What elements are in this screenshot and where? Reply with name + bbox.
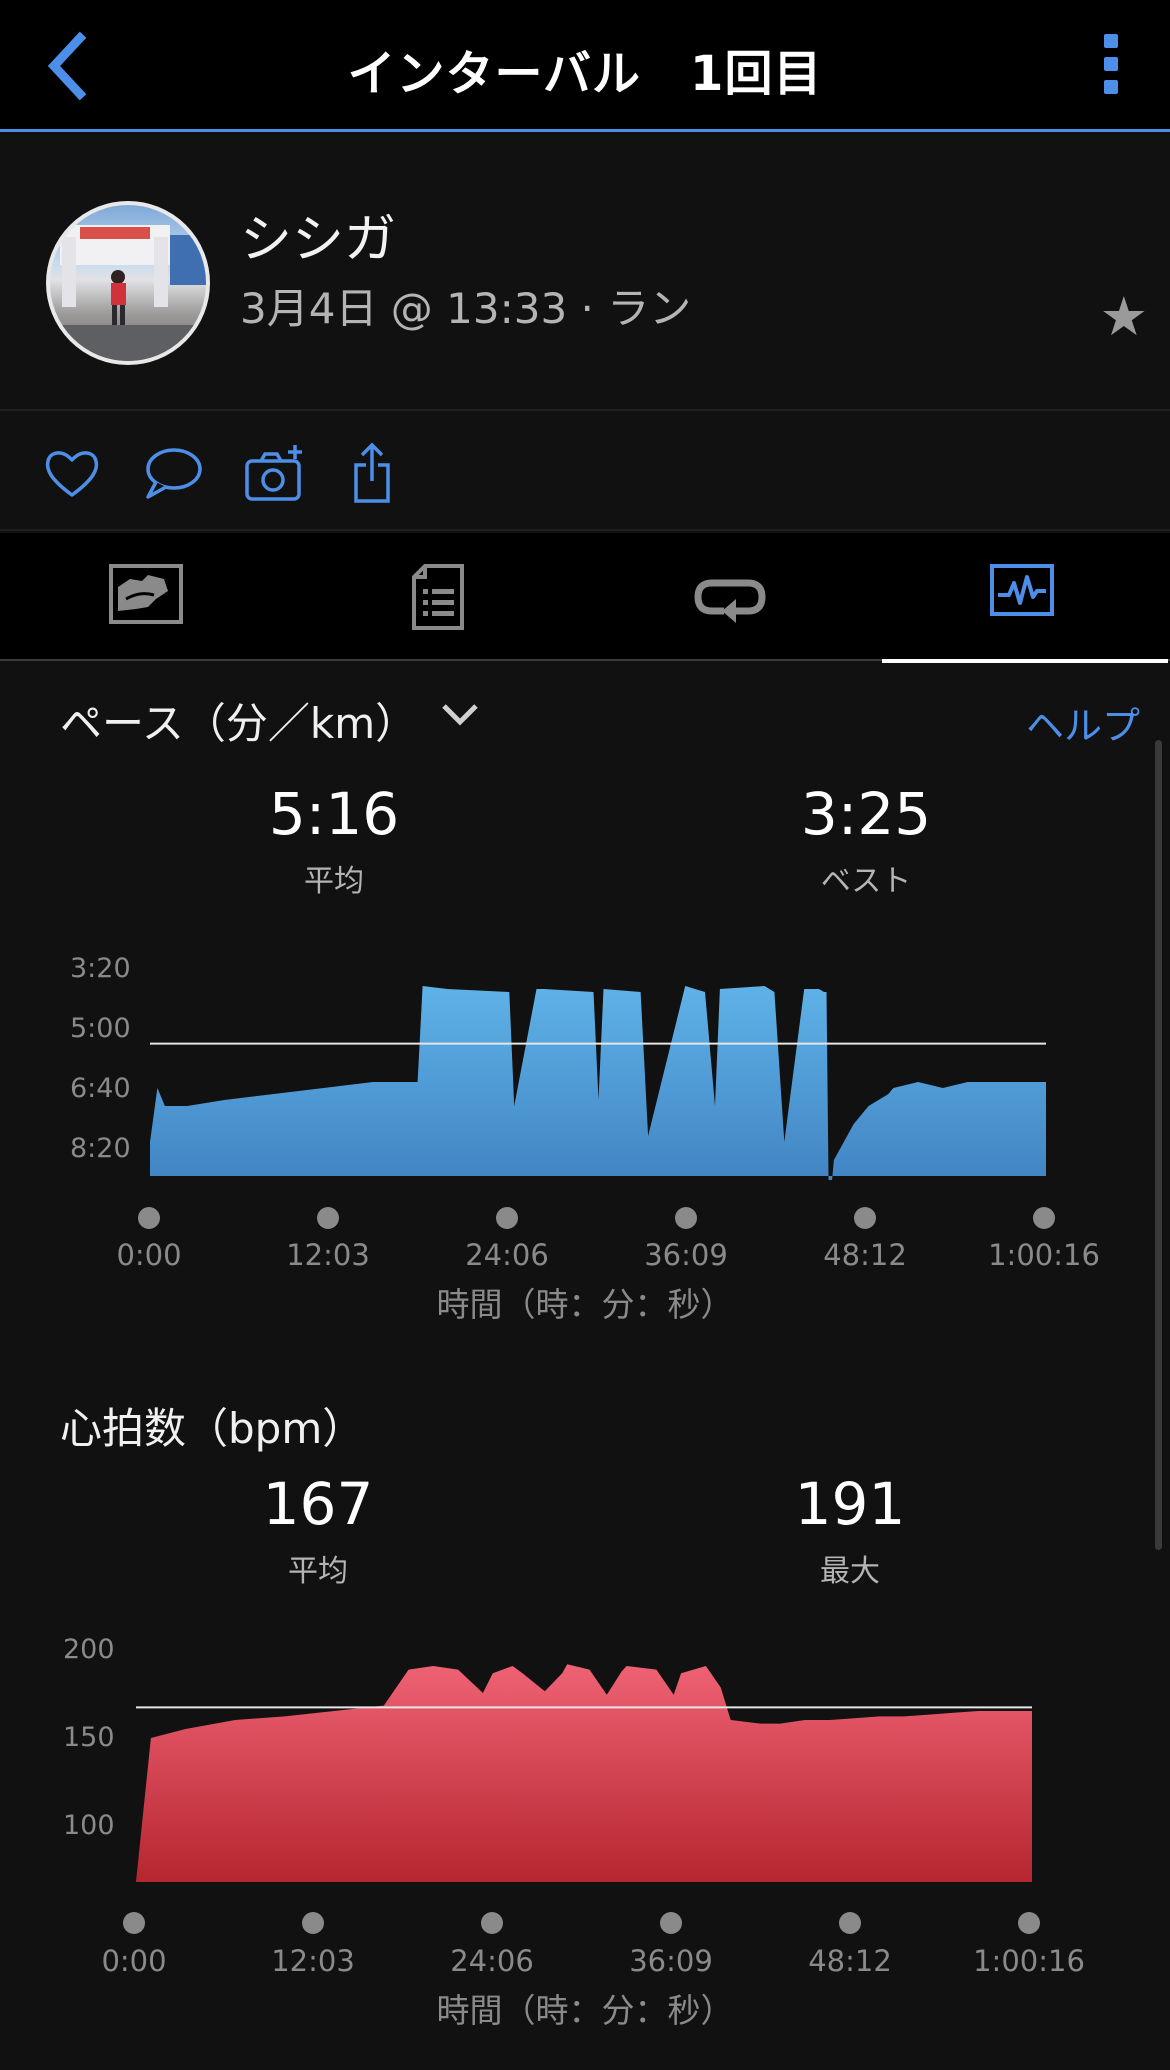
pace-x-marker[interactable] (138, 1207, 160, 1229)
heart-rate-section-title: 心拍数（bpm） (60, 1404, 365, 1453)
pace-best-label: ベスト (820, 864, 912, 899)
hr-x-marker[interactable] (660, 1912, 682, 1934)
pace-y-tick: 5:00 (70, 1013, 131, 1044)
hr-y-tick: 150 (63, 1722, 115, 1753)
heart-icon (45, 451, 99, 497)
hr-max-value: 191 (794, 1470, 906, 1538)
favorite-star-icon[interactable]: ★ (1100, 285, 1148, 348)
hr-x-tick: 0:00 (101, 1944, 167, 1978)
hr-x-tick: 48:12 (808, 1944, 892, 1978)
tab-details[interactable] (292, 533, 584, 661)
hr-x-marker[interactable] (1018, 1912, 1040, 1934)
hr-average-value: 167 (262, 1470, 374, 1538)
hr-y-tick: 100 (63, 1810, 115, 1841)
pace-average-label: 平均 (304, 864, 364, 899)
pace-section-title: ペース（分／km） (60, 699, 418, 748)
hr-x-axis-title: 時間（時：分：秒） (436, 1991, 734, 2030)
user-name[interactable]: シシガ (240, 197, 396, 272)
page-title: インターバル 1回目 (347, 46, 823, 102)
pace-x-tick: 12:03 (286, 1238, 370, 1272)
heart-rate-chart[interactable] (134, 1640, 1034, 1890)
details-icon (412, 564, 464, 630)
hr-x-tick: 36:09 (629, 1944, 713, 1978)
hr-x-marker[interactable] (839, 1912, 861, 1934)
share-button[interactable] (344, 441, 408, 505)
hr-average-label: 平均 (288, 1554, 348, 1589)
map-icon (109, 564, 183, 624)
activity-owner: シシガ 3月4日 @ 13:33 · ラン ★ (0, 135, 1170, 411)
scrollbar[interactable] (1155, 740, 1162, 1550)
pace-x-marker[interactable] (854, 1207, 876, 1229)
pace-y-tick: 6:40 (70, 1073, 131, 1104)
chevron-down-icon[interactable] (440, 700, 480, 728)
hr-x-marker[interactable] (481, 1912, 503, 1934)
pace-average-value: 5:16 (268, 780, 400, 848)
share-icon (354, 442, 390, 503)
activity-date-type: 3月4日 @ 13:33 · ラン (240, 284, 692, 333)
camera-plus-icon (245, 445, 302, 501)
pace-x-marker[interactable] (675, 1207, 697, 1229)
activity-tabs (0, 533, 1170, 663)
social-actions (0, 413, 1170, 531)
pace-x-tick: 24:06 (465, 1238, 549, 1272)
more-vertical-icon (1104, 34, 1118, 48)
pace-x-tick: 0:00 (116, 1238, 182, 1272)
pace-x-marker[interactable] (496, 1207, 518, 1229)
tab-charts[interactable] (876, 533, 1168, 663)
pace-x-axis-title: 時間（時：分：秒） (436, 1285, 734, 1324)
help-link[interactable]: ヘルプ (1026, 695, 1140, 750)
hr-y-tick: 200 (63, 1634, 115, 1665)
comment-icon (146, 448, 202, 499)
add-photo-button[interactable] (243, 441, 307, 505)
hr-x-marker[interactable] (123, 1912, 145, 1934)
pace-x-tick: 36:09 (644, 1238, 728, 1272)
laps-icon (694, 579, 766, 623)
pace-x-marker[interactable] (1033, 1207, 1055, 1229)
pace-best-value: 3:25 (800, 780, 932, 848)
heart-rate-area-series (136, 1664, 1032, 1882)
charts-icon (990, 564, 1054, 616)
avatar[interactable] (46, 201, 210, 365)
hr-x-tick: 12:03 (271, 1944, 355, 1978)
like-button[interactable] (40, 441, 104, 505)
pace-chart[interactable] (148, 960, 1048, 1180)
app-header: インターバル 1回目 (0, 0, 1170, 132)
pace-x-tick: 1:00:16 (988, 1238, 1100, 1272)
pace-x-tick: 48:12 (823, 1238, 907, 1272)
hr-x-tick: 1:00:16 (973, 1944, 1085, 1978)
pace-area-series (150, 986, 1046, 1180)
tab-map[interactable] (0, 533, 292, 661)
pace-y-tick: 8:20 (70, 1133, 131, 1164)
hr-x-tick: 24:06 (450, 1944, 534, 1978)
tab-laps[interactable] (584, 533, 876, 661)
more-menu-button[interactable] (1096, 34, 1126, 98)
pace-x-marker[interactable] (317, 1207, 339, 1229)
pace-y-tick: 3:20 (70, 953, 131, 984)
hr-max-label: 最大 (820, 1554, 880, 1589)
hr-x-marker[interactable] (302, 1912, 324, 1934)
comment-button[interactable] (140, 441, 204, 505)
